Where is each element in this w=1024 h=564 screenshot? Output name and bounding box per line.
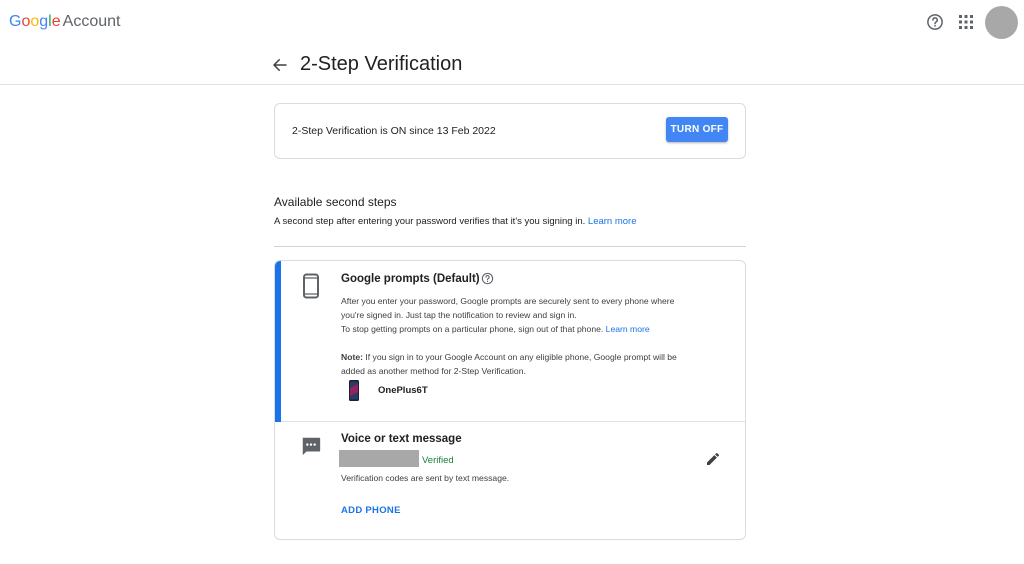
device-name: OnePlus6T <box>378 385 428 396</box>
apps-grid-icon[interactable] <box>957 13 975 31</box>
arrow-back-icon[interactable] <box>271 56 289 74</box>
divider <box>274 246 746 247</box>
section-title: Available second steps <box>274 195 397 209</box>
prompts-description-line: you're signed in. Just tap the notificat… <box>341 310 577 320</box>
turn-off-button[interactable]: TURN OFF <box>666 117 728 142</box>
prompts-description-line: To stop getting prompts on a particular … <box>341 322 650 336</box>
google-account-logo[interactable]: Google Account <box>9 13 120 31</box>
message-icon <box>300 435 322 457</box>
status-text: 2-Step Verification is ON since 13 Feb 2… <box>292 125 496 137</box>
avatar[interactable] <box>985 6 1018 39</box>
top-bar: Google Account <box>0 0 1024 44</box>
add-phone-button[interactable]: ADD PHONE <box>341 505 401 516</box>
voice-text-title: Voice or text message <box>341 433 462 445</box>
second-steps-card: Google prompts (Default) After you enter… <box>274 260 746 540</box>
verified-label: Verified <box>422 455 454 466</box>
logo-letter: e <box>51 13 61 30</box>
note-text: If you sign in to your Google Account on… <box>365 352 677 362</box>
logo-letter: G <box>9 13 22 30</box>
divider <box>281 421 745 422</box>
status-card: 2-Step Verification is ON since 13 Feb 2… <box>274 103 746 159</box>
prompts-note-line: added as another method for 2-Step Verif… <box>341 366 526 376</box>
help-circle-icon[interactable] <box>481 272 494 285</box>
learn-more-link[interactable]: Learn more <box>606 324 650 334</box>
prompts-description-line: After you enter your password, Google pr… <box>341 296 675 306</box>
prompts-signout-text: To stop getting prompts on a particular … <box>341 324 604 334</box>
section-description: A second step after entering your passwo… <box>274 216 637 227</box>
page-header: 2-Step Verification <box>0 44 1024 85</box>
device-phone-icon <box>349 380 359 401</box>
pencil-icon[interactable] <box>705 451 721 467</box>
google-prompts-title: Google prompts (Default) <box>341 273 480 285</box>
smartphone-icon <box>301 273 321 299</box>
logo-letter: g <box>39 13 49 30</box>
logo-letter: o <box>30 13 40 30</box>
masked-phone-number <box>339 450 419 467</box>
help-icon[interactable] <box>926 13 944 31</box>
default-method-accent <box>275 261 281 422</box>
page-title: 2-Step Verification <box>300 53 463 75</box>
voice-description: Verification codes are sent by text mess… <box>341 473 510 483</box>
prompts-note-line: Note: If you sign in to your Google Acco… <box>341 350 677 364</box>
learn-more-link[interactable]: Learn more <box>588 216 637 227</box>
note-label: Note: <box>341 352 363 362</box>
logo-account-text: Account <box>62 13 121 30</box>
section-description-text: A second step after entering your passwo… <box>274 216 586 227</box>
